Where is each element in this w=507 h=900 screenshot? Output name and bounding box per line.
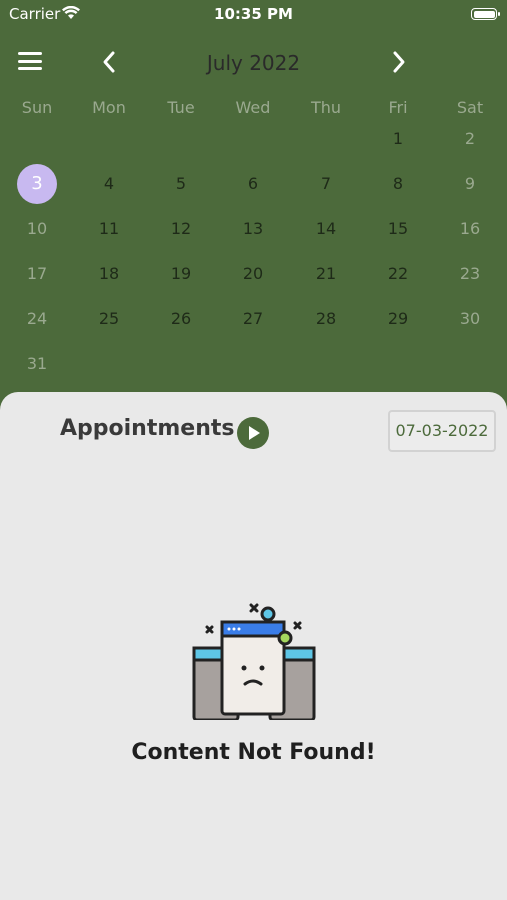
calendar-day-selected[interactable]: 3 (7, 164, 67, 204)
calendar-day-number: 26 (170, 309, 192, 328)
calendar-day-number: 13 (242, 219, 264, 238)
calendar-day-number: 24 (26, 309, 48, 328)
calendar-day[interactable]: 9 (440, 164, 500, 204)
calendar-day-number: 12 (170, 219, 192, 238)
calendar-day[interactable]: 24 (7, 299, 67, 339)
calendar-day[interactable]: 4 (79, 164, 139, 204)
calendar-day[interactable]: 31 (7, 344, 67, 384)
calendar-day-number: 28 (315, 309, 337, 328)
calendar-day[interactable]: 30 (440, 299, 500, 339)
calendar-day[interactable]: 21 (296, 254, 356, 294)
calendar-day-number: 23 (459, 264, 481, 283)
calendar-day[interactable]: 8 (368, 164, 428, 204)
weekday-label: Mon (92, 98, 126, 117)
calendar-day[interactable]: 11 (79, 209, 139, 249)
weekday-label: Sun (21, 98, 53, 117)
calendar-day-number: 30 (459, 309, 481, 328)
calendar-day[interactable]: 15 (368, 209, 428, 249)
calendar-day[interactable]: 2 (440, 119, 500, 159)
status-bar: Carrier 10:35 PM (0, 0, 507, 28)
status-time: 10:35 PM (214, 5, 293, 23)
calendar-day-number: 4 (103, 174, 115, 193)
calendar-day-number: 25 (98, 309, 120, 328)
weekday-row: Sun Mon Tue Wed Thu Fri Sat (0, 98, 507, 122)
calendar-day-number: 3 (17, 164, 57, 204)
calendar-day[interactable]: 13 (223, 209, 283, 249)
month-title: July 2022 (206, 51, 301, 75)
calendar-day-number: 31 (26, 354, 48, 373)
calendar-day[interactable]: 6 (223, 164, 283, 204)
calendar-day[interactable]: 26 (151, 299, 211, 339)
calendar-day[interactable]: 23 (440, 254, 500, 294)
appointments-panel: Appointments 07-03-2022 Content Not Foun… (0, 392, 507, 900)
calendar-day-number: 16 (459, 219, 481, 238)
calendar-day-number: 20 (242, 264, 264, 283)
calendar-day-number: 21 (315, 264, 337, 283)
date-field[interactable]: 07-03-2022 (388, 410, 496, 452)
appointments-title: Appointments (60, 416, 235, 441)
calendar-day-number: 15 (387, 219, 409, 238)
calendar-day-number: 9 (464, 174, 476, 193)
calendar-day[interactable]: 28 (296, 299, 356, 339)
weekday-label: Sat (456, 98, 484, 117)
chevron-right-icon[interactable] (386, 50, 410, 74)
calendar-header: July 2022 (0, 40, 507, 84)
weekday-label: Fri (388, 98, 408, 117)
calendar-day-number: 19 (170, 264, 192, 283)
calendar-day[interactable]: 20 (223, 254, 283, 294)
calendar-day-number: 8 (392, 174, 404, 193)
battery-icon (471, 8, 500, 20)
calendar-day-number: 6 (247, 174, 259, 193)
calendar-day-number: 29 (387, 309, 409, 328)
calendar-day-number: 5 (175, 174, 187, 193)
empty-content-icon (192, 603, 316, 720)
calendar-day[interactable]: 18 (79, 254, 139, 294)
play-icon[interactable] (237, 417, 269, 449)
calendar-day[interactable]: 27 (223, 299, 283, 339)
calendar-day[interactable]: 12 (151, 209, 211, 249)
calendar-day[interactable]: 14 (296, 209, 356, 249)
calendar-day-number: 17 (26, 264, 48, 283)
calendar-day[interactable]: 22 (368, 254, 428, 294)
calendar-day-number: 18 (98, 264, 120, 283)
calendar-day[interactable]: 25 (79, 299, 139, 339)
calendar-day-number: 11 (98, 219, 120, 238)
calendar-day-number: 27 (242, 309, 264, 328)
calendar-day-number: 2 (464, 129, 476, 148)
calendar-day[interactable]: 17 (7, 254, 67, 294)
calendar-day-number: 1 (392, 129, 404, 148)
calendar-day[interactable]: 19 (151, 254, 211, 294)
calendar-day[interactable]: 16 (440, 209, 500, 249)
calendar-day-number: 22 (387, 264, 409, 283)
weekday-label: Wed (235, 98, 271, 117)
calendar-day[interactable]: 7 (296, 164, 356, 204)
calendar-day-number: 10 (26, 219, 48, 238)
calendar-day[interactable]: 1 (368, 119, 428, 159)
calendar-day-number: 14 (315, 219, 337, 238)
empty-state-message: Content Not Found! (131, 740, 376, 765)
calendar-day[interactable]: 10 (7, 209, 67, 249)
calendar-day[interactable]: 5 (151, 164, 211, 204)
weekday-label: Thu (310, 98, 342, 117)
weekday-label: Tue (167, 98, 195, 117)
calendar-day-number: 7 (320, 174, 332, 193)
calendar-day[interactable]: 29 (368, 299, 428, 339)
